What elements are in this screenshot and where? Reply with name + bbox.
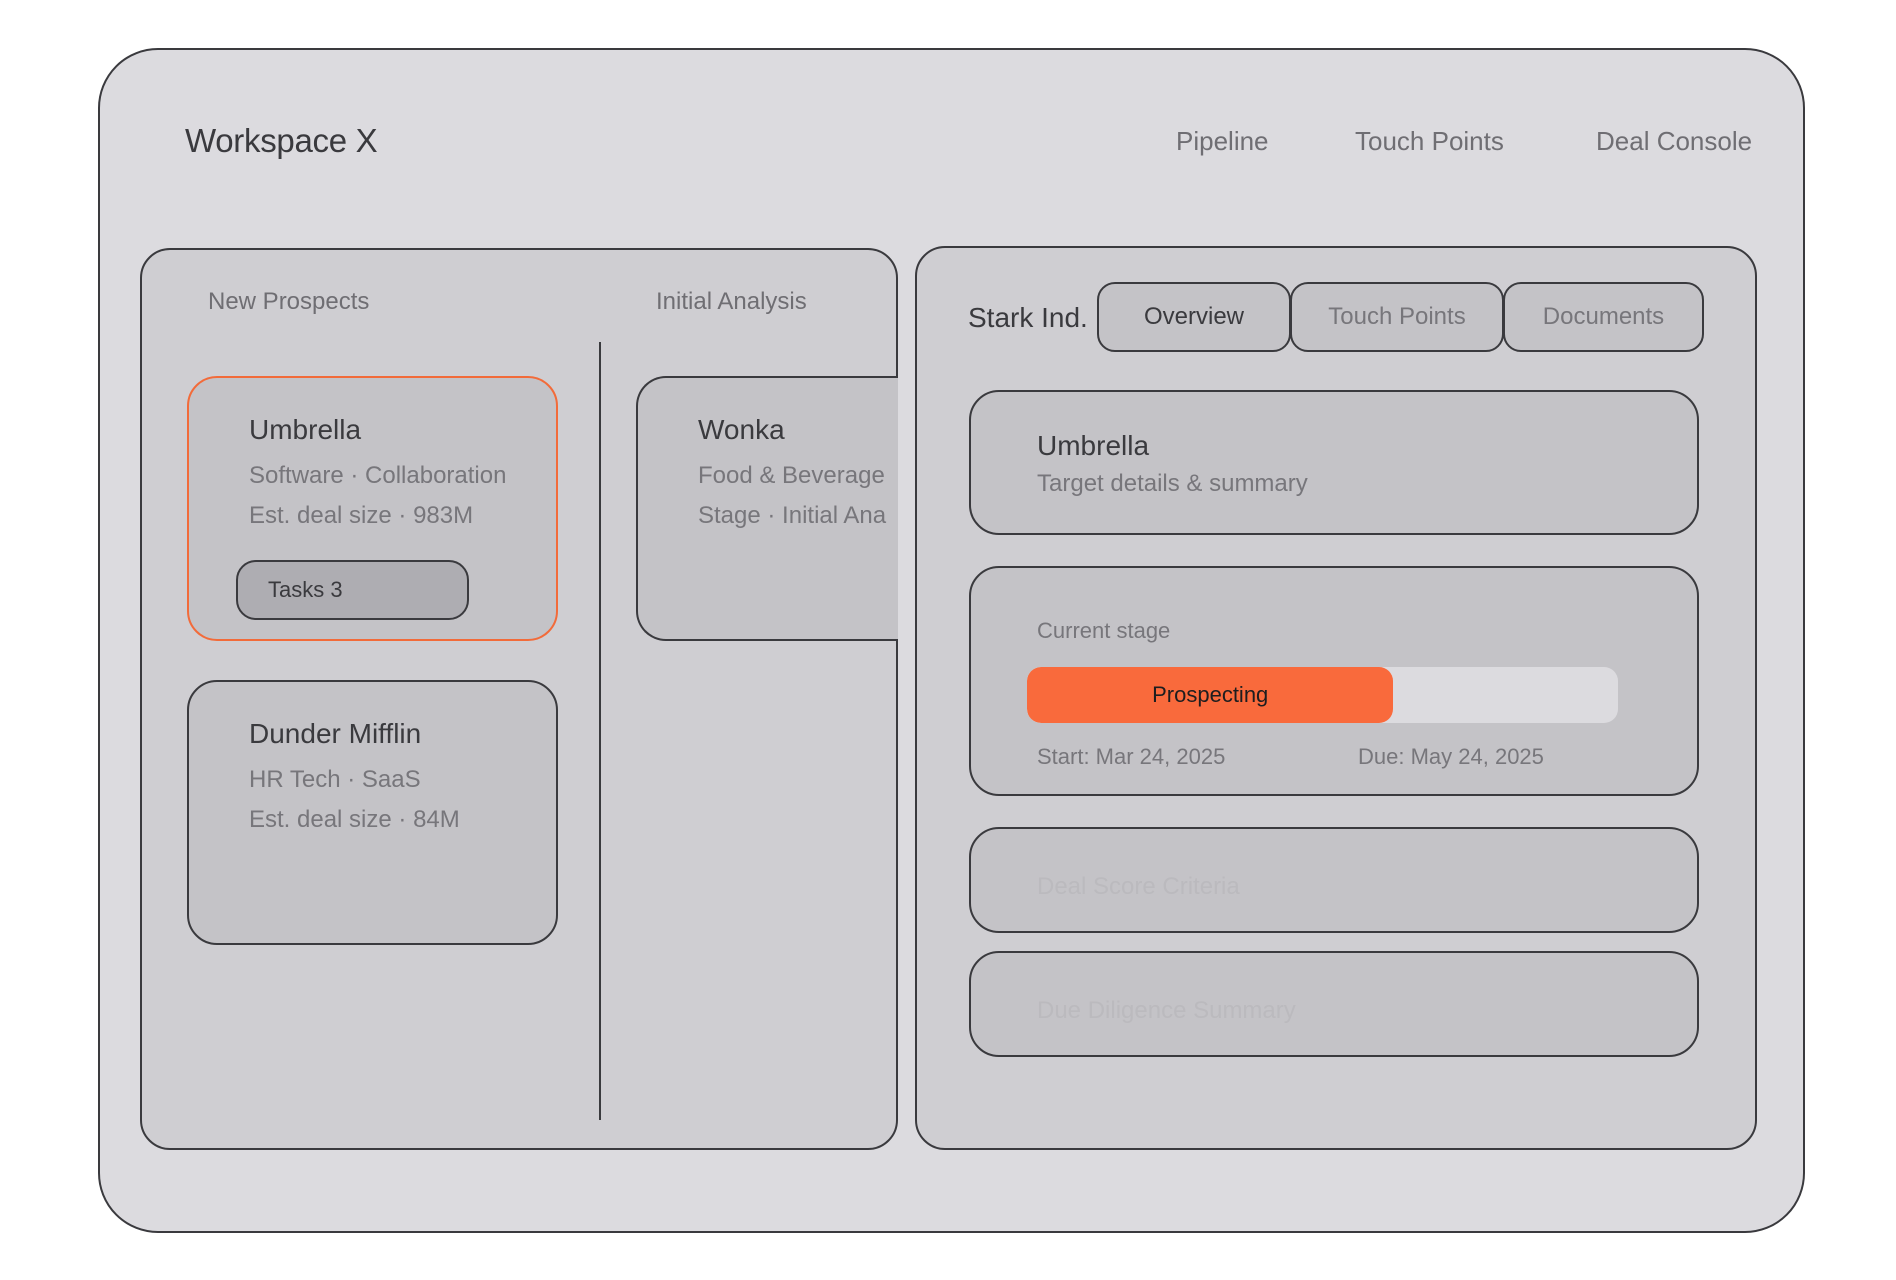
column-title-new-prospects: New Prospects (208, 288, 370, 315)
deal-card-dunder-mifflin[interactable]: Dunder Mifflin HR Tech · SaaS Est. deal … (187, 680, 558, 945)
summary-subtitle: Target details & summary (1037, 470, 1308, 497)
current-stage-label: Current stage (1037, 618, 1171, 643)
card-title: Dunder Mifflin (249, 718, 422, 749)
tab-overview[interactable]: Overview (1097, 282, 1291, 352)
card-title: Wonka (698, 414, 785, 445)
tab-touch-points[interactable]: Touch Points (1290, 282, 1504, 352)
workspace-title: Workspace X (185, 122, 378, 159)
card-sector: Food & Beverage (698, 462, 885, 489)
card-sector: HR Tech · SaaS (249, 766, 421, 793)
card-deal-size: Est. deal size · 983M (249, 502, 474, 529)
nav-touch-points[interactable]: Touch Points (1355, 126, 1504, 157)
nav-pipeline[interactable]: Pipeline (1176, 126, 1269, 157)
card-stage: Stage · Initial Ana (698, 502, 887, 529)
stage-name: Prospecting (1152, 682, 1269, 707)
company-name: Stark Ind. (968, 302, 1088, 333)
nav-deal-console[interactable]: Deal Console (1596, 126, 1752, 157)
due-diligence-label: Due Diligence Summary (1037, 997, 1296, 1024)
card-title: Umbrella (249, 414, 362, 445)
stage-progress-bar: Prospecting (1027, 667, 1618, 723)
card-deal-size: Est. deal size · 84M (249, 806, 460, 833)
summary-card[interactable]: Umbrella Target details & summary (969, 390, 1699, 535)
card-sector: Software · Collaboration (249, 462, 507, 489)
deal-score-card[interactable]: Deal Score Criteria (969, 827, 1699, 933)
deal-score-label: Deal Score Criteria (1037, 873, 1240, 900)
due-diligence-card[interactable]: Due Diligence Summary (969, 951, 1699, 1057)
current-stage-card: Current stage Prospecting Start: Mar 24,… (969, 566, 1699, 796)
tab-documents[interactable]: Documents (1503, 282, 1704, 352)
summary-title: Umbrella (1037, 430, 1150, 461)
stage-due-date: Due: May 24, 2025 (1358, 744, 1544, 769)
stage-start-date: Start: Mar 24, 2025 (1037, 744, 1226, 769)
column-divider (599, 342, 601, 1120)
tasks-button[interactable]: Tasks 3 (236, 560, 469, 620)
deal-card-umbrella[interactable]: Umbrella Software · Collaboration Est. d… (187, 376, 558, 641)
deal-card-wonka[interactable]: Wonka Food & Beverage Stage · Initial An… (636, 376, 898, 641)
column-title-initial-analysis: Initial Analysis (656, 288, 807, 315)
